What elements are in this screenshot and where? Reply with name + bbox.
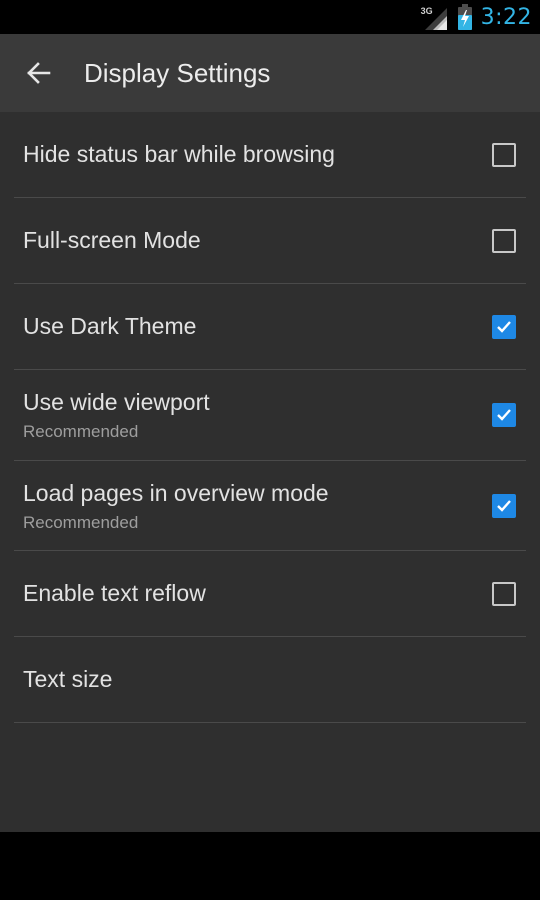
setting-text-size[interactable]: Text size [14,637,526,723]
overview-mode-checkbox[interactable] [492,494,516,518]
signal-icon [424,8,447,30]
dark-theme-checkbox[interactable] [492,315,516,339]
setting-label: Enable text reflow [23,580,206,606]
back-button[interactable] [0,34,78,112]
setting-label: Load pages in overview mode [23,480,329,506]
settings-list: Hide status bar while browsing Full-scre… [14,112,526,723]
setting-wide-viewport[interactable]: Use wide viewport Recommended [14,370,526,461]
full-screen-checkbox[interactable] [492,229,516,253]
navigation-bar [0,832,540,900]
setting-hide-status-bar[interactable]: Hide status bar while browsing [14,112,526,198]
wide-viewport-checkbox[interactable] [492,403,516,427]
clock: 3:22 [480,4,532,30]
status-bar: 3G 3:22 [0,0,540,34]
setting-overview-mode[interactable]: Load pages in overview mode Recommended [14,461,526,551]
checkmark-icon [497,321,511,333]
setting-label: Use wide viewport [23,389,210,415]
text-reflow-checkbox[interactable] [492,582,516,606]
setting-summary: Recommended [23,422,139,441]
setting-text-reflow[interactable]: Enable text reflow [14,551,526,637]
settings-content: Hide status bar while browsing Full-scre… [0,112,540,832]
action-bar: Display Settings [0,34,540,112]
signal-indicator: 3G [421,4,449,30]
setting-label: Full-screen Mode [23,227,201,253]
setting-dark-theme[interactable]: Use Dark Theme [14,284,526,370]
setting-label: Hide status bar while browsing [23,141,335,167]
status-icons: 3G 3:22 [421,0,532,34]
checkmark-icon [497,500,511,512]
setting-label: Text size [23,666,113,692]
battery-charging-icon [457,4,472,30]
setting-summary: Recommended [23,513,139,532]
hide-status-bar-checkbox[interactable] [492,143,516,167]
checkmark-icon [497,409,511,421]
setting-full-screen-mode[interactable]: Full-screen Mode [14,198,526,284]
page-title: Display Settings [84,57,271,88]
setting-label: Use Dark Theme [23,313,197,339]
arrow-left-icon [27,62,51,84]
